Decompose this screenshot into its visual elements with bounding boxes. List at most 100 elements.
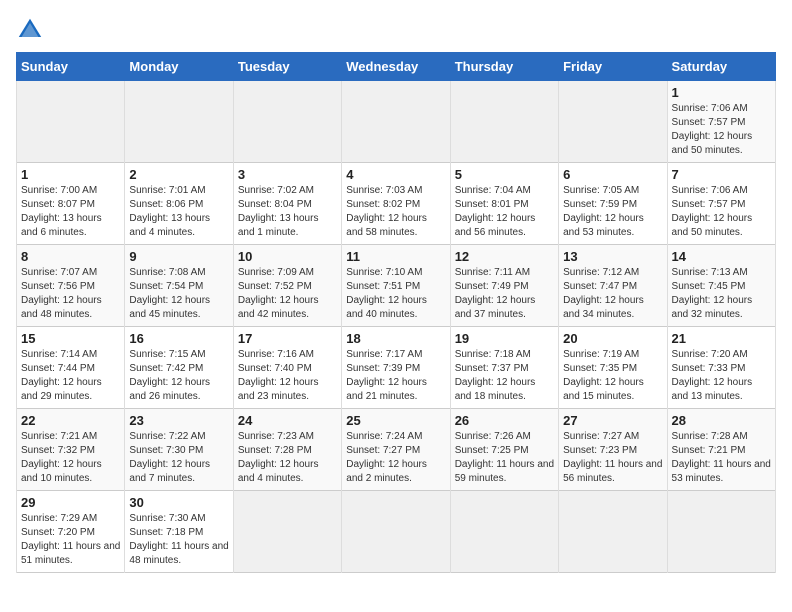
day-number: 24	[238, 413, 337, 428]
day-info: Sunrise: 7:06 AMSunset: 7:57 PMDaylight:…	[672, 102, 771, 158]
day-info: Sunrise: 7:00 AMSunset: 8:07 PMDaylight:…	[21, 184, 120, 240]
day-number: 18	[346, 331, 445, 346]
day-number: 27	[563, 413, 662, 428]
day-info: Sunrise: 7:07 AMSunset: 7:56 PMDaylight:…	[21, 266, 120, 322]
calendar-cell	[17, 81, 125, 163]
calendar-cell: 25Sunrise: 7:24 AMSunset: 7:27 PMDayligh…	[342, 409, 450, 491]
day-info: Sunrise: 7:05 AMSunset: 7:59 PMDaylight:…	[563, 184, 662, 240]
day-number: 15	[21, 331, 120, 346]
day-info: Sunrise: 7:19 AMSunset: 7:35 PMDaylight:…	[563, 348, 662, 404]
day-info: Sunrise: 7:02 AMSunset: 8:04 PMDaylight:…	[238, 184, 337, 240]
calendar-cell: 22 Sunrise: 7:21 AMSunset: 7:32 PMDayligh…	[17, 409, 125, 491]
day-number: 13	[563, 249, 662, 264]
day-info: Sunrise: 7:15 AMSunset: 7:42 PMDaylight:…	[129, 348, 228, 404]
day-info: Sunrise: 7:30 AMSunset: 7:18 PMDaylight:…	[129, 512, 228, 568]
day-number: 30	[129, 495, 228, 510]
calendar-cell: 14 Sunrise: 7:13 AMSunset: 7:45 PMDayligh…	[667, 245, 775, 327]
calendar-cell	[450, 491, 558, 573]
week-row: 15 Sunrise: 7:14 AMSunset: 7:44 PMDayligh…	[17, 327, 776, 409]
column-header-monday: Monday	[125, 53, 233, 81]
week-row: 1 Sunrise: 7:00 AMSunset: 8:07 PMDaylight…	[17, 163, 776, 245]
calendar-cell: 5 Sunrise: 7:04 AMSunset: 8:01 PMDaylight…	[450, 163, 558, 245]
header-row: SundayMondayTuesdayWednesdayThursdayFrid…	[17, 53, 776, 81]
day-number: 1	[21, 167, 120, 182]
day-info: Sunrise: 7:12 AMSunset: 7:47 PMDaylight:…	[563, 266, 662, 322]
day-number: 6	[563, 167, 662, 182]
column-header-saturday: Saturday	[667, 53, 775, 81]
week-row: 1 Sunrise: 7:06 AMSunset: 7:57 PMDaylight…	[17, 81, 776, 163]
calendar-cell	[450, 81, 558, 163]
calendar-cell: 28Sunrise: 7:28 AMSunset: 7:21 PMDayligh…	[667, 409, 775, 491]
day-number: 26	[455, 413, 554, 428]
calendar-table: SundayMondayTuesdayWednesdayThursdayFrid…	[16, 52, 776, 573]
day-number: 4	[346, 167, 445, 182]
day-info: Sunrise: 7:18 AMSunset: 7:37 PMDaylight:…	[455, 348, 554, 404]
day-number: 21	[672, 331, 771, 346]
calendar-cell	[559, 491, 667, 573]
day-info: Sunrise: 7:08 AMSunset: 7:54 PMDaylight:…	[129, 266, 228, 322]
day-number: 17	[238, 331, 337, 346]
day-info: Sunrise: 7:21 AMSunset: 7:32 PMDaylight:…	[21, 430, 120, 486]
day-info: Sunrise: 7:26 AMSunset: 7:25 PMDaylight:…	[455, 430, 554, 486]
day-info: Sunrise: 7:27 AMSunset: 7:23 PMDaylight:…	[563, 430, 662, 486]
day-number: 7	[672, 167, 771, 182]
calendar-cell: 2Sunrise: 7:01 AMSunset: 8:06 PMDaylight…	[125, 163, 233, 245]
day-info: Sunrise: 7:13 AMSunset: 7:45 PMDaylight:…	[672, 266, 771, 322]
calendar-cell: 26 Sunrise: 7:26 AMSunset: 7:25 PMDayligh…	[450, 409, 558, 491]
day-info: Sunrise: 7:03 AMSunset: 8:02 PMDaylight:…	[346, 184, 445, 240]
day-info: Sunrise: 7:01 AMSunset: 8:06 PMDaylight:…	[129, 184, 228, 240]
logo-icon	[16, 16, 44, 44]
calendar-cell: 21Sunrise: 7:20 AMSunset: 7:33 PMDayligh…	[667, 327, 775, 409]
day-number: 9	[129, 249, 228, 264]
column-header-tuesday: Tuesday	[233, 53, 341, 81]
day-info: Sunrise: 7:10 AMSunset: 7:51 PMDaylight:…	[346, 266, 445, 322]
week-row: 22 Sunrise: 7:21 AMSunset: 7:32 PMDayligh…	[17, 409, 776, 491]
day-number: 11	[346, 249, 445, 264]
page-header	[16, 16, 776, 44]
calendar-cell: 8 Sunrise: 7:07 AMSunset: 7:56 PMDaylight…	[17, 245, 125, 327]
day-number: 8	[21, 249, 120, 264]
calendar-cell: 3Sunrise: 7:02 AMSunset: 8:04 PMDaylight…	[233, 163, 341, 245]
day-number: 29	[21, 495, 120, 510]
day-number: 22	[21, 413, 120, 428]
calendar-cell: 7 Sunrise: 7:06 AMSunset: 7:57 PMDaylight…	[667, 163, 775, 245]
calendar-cell: 29 Sunrise: 7:29 AMSunset: 7:20 PMDayligh…	[17, 491, 125, 573]
day-info: Sunrise: 7:11 AMSunset: 7:49 PMDaylight:…	[455, 266, 554, 322]
day-info: Sunrise: 7:24 AMSunset: 7:27 PMDaylight:…	[346, 430, 445, 486]
calendar-cell: 18 Sunrise: 7:17 AMSunset: 7:39 PMDayligh…	[342, 327, 450, 409]
calendar-cell: 23 Sunrise: 7:22 AMSunset: 7:30 PMDayligh…	[125, 409, 233, 491]
day-number: 19	[455, 331, 554, 346]
day-number: 10	[238, 249, 337, 264]
day-info: Sunrise: 7:14 AMSunset: 7:44 PMDaylight:…	[21, 348, 120, 404]
day-info: Sunrise: 7:17 AMSunset: 7:39 PMDaylight:…	[346, 348, 445, 404]
column-header-thursday: Thursday	[450, 53, 558, 81]
day-number: 1	[672, 85, 771, 100]
day-number: 14	[672, 249, 771, 264]
calendar-cell: 1 Sunrise: 7:06 AMSunset: 7:57 PMDaylight…	[667, 81, 775, 163]
day-info: Sunrise: 7:23 AMSunset: 7:28 PMDaylight:…	[238, 430, 337, 486]
day-number: 12	[455, 249, 554, 264]
day-info: Sunrise: 7:04 AMSunset: 8:01 PMDaylight:…	[455, 184, 554, 240]
day-info: Sunrise: 7:29 AMSunset: 7:20 PMDaylight:…	[21, 512, 120, 568]
day-number: 5	[455, 167, 554, 182]
calendar-cell	[125, 81, 233, 163]
week-row: 29 Sunrise: 7:29 AMSunset: 7:20 PMDayligh…	[17, 491, 776, 573]
calendar-cell: 13 Sunrise: 7:12 AMSunset: 7:47 PMDayligh…	[559, 245, 667, 327]
day-info: Sunrise: 7:06 AMSunset: 7:57 PMDaylight:…	[672, 184, 771, 240]
day-number: 28	[672, 413, 771, 428]
day-info: Sunrise: 7:22 AMSunset: 7:30 PMDaylight:…	[129, 430, 228, 486]
day-number: 23	[129, 413, 228, 428]
calendar-cell	[342, 491, 450, 573]
column-header-sunday: Sunday	[17, 53, 125, 81]
calendar-cell: 11 Sunrise: 7:10 AMSunset: 7:51 PMDayligh…	[342, 245, 450, 327]
week-row: 8 Sunrise: 7:07 AMSunset: 7:56 PMDaylight…	[17, 245, 776, 327]
day-number: 16	[129, 331, 228, 346]
calendar-cell: 4 Sunrise: 7:03 AMSunset: 8:02 PMDaylight…	[342, 163, 450, 245]
calendar-cell: 30 Sunrise: 7:30 AMSunset: 7:18 PMDayligh…	[125, 491, 233, 573]
calendar-cell: 20Sunrise: 7:19 AMSunset: 7:35 PMDayligh…	[559, 327, 667, 409]
calendar-cell: 17Sunrise: 7:16 AMSunset: 7:40 PMDayligh…	[233, 327, 341, 409]
calendar-cell: 27 Sunrise: 7:27 AMSunset: 7:23 PMDayligh…	[559, 409, 667, 491]
calendar-cell: 16 Sunrise: 7:15 AMSunset: 7:42 PMDayligh…	[125, 327, 233, 409]
column-header-friday: Friday	[559, 53, 667, 81]
calendar-cell	[667, 491, 775, 573]
